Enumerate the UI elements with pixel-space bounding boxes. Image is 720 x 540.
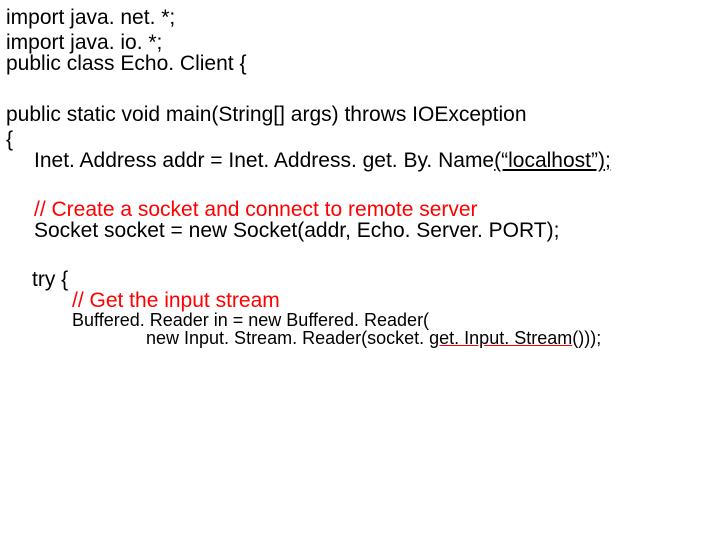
code-line-import-net: import java. net. *; (6, 7, 712, 28)
code-line-input-stream-reader: new Input. Stream. Reader(socket. get. I… (146, 329, 712, 347)
code-line-open-brace: { (6, 129, 712, 150)
code-line-main-sig: public static void main(String[] args) t… (6, 104, 712, 125)
code-line-try: try { (32, 269, 712, 290)
code-comment-socket: // Create a socket and connect to remote… (34, 199, 712, 220)
underline-getbyname-arg: (“localhost”); (494, 149, 611, 172)
code-slide: import java. net. *; import java. io. *;… (0, 0, 720, 347)
code-line-socket-new: Socket socket = new Socket(addr, Echo. S… (34, 220, 712, 241)
code-line-import-io: import java. io. *; (6, 32, 712, 53)
code-line-buffered-reader: Buffered. Reader in = new Buffered. Read… (72, 311, 712, 329)
underline-get-input-stream: get. Input. Stream (429, 328, 572, 348)
code-comment-inputstream: // Get the input stream (72, 290, 712, 311)
code-line-class-decl: public class Echo. Client { (6, 53, 712, 74)
code-line-inet-address: Inet. Address addr = Inet. Address. get.… (34, 150, 712, 171)
